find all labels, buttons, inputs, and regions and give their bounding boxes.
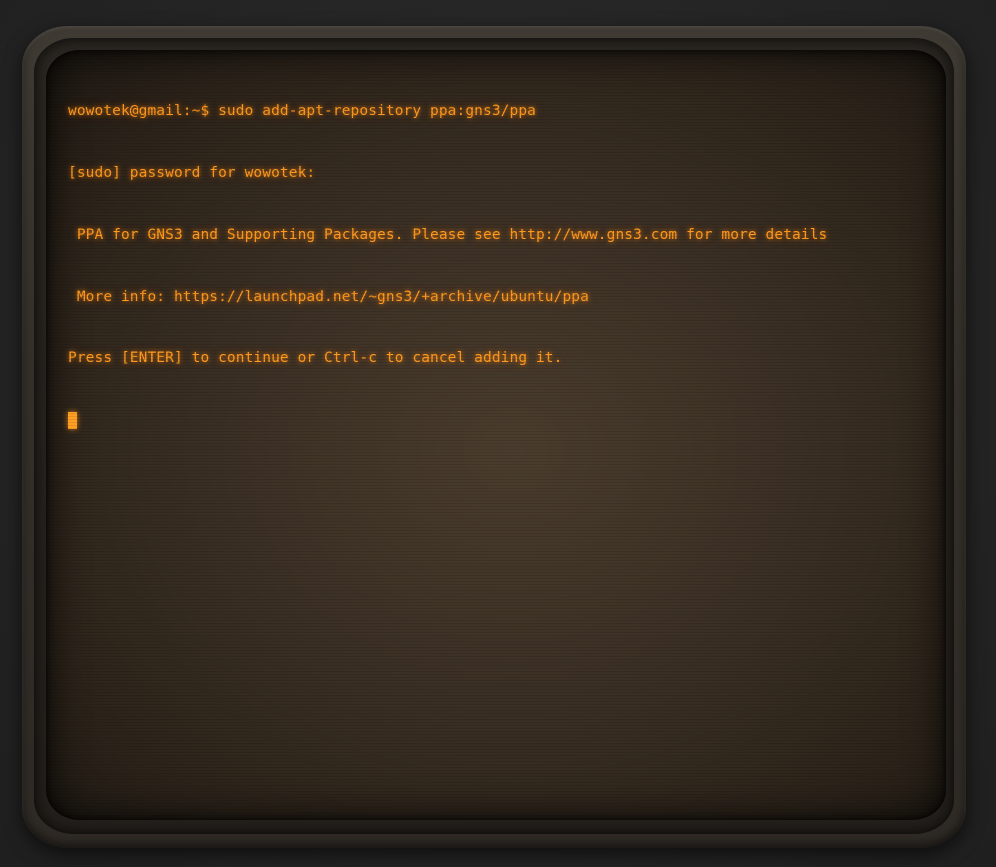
terminal-line-more-info: More info: https://launchpad.net/~gns3/+… — [68, 288, 589, 305]
terminal-line-sudo-prompt: [sudo] password for wowotek: — [68, 164, 316, 181]
terminal-input-line[interactable] — [68, 410, 928, 431]
terminal-line-ppa-description: PPA for GNS3 and Supporting Packages. Pl… — [68, 226, 828, 243]
terminal-screen[interactable]: wowotek@gmail:~$ sudo add-apt-repository… — [46, 50, 946, 820]
terminal-line-command: wowotek@gmail:~$ sudo add-apt-repository… — [68, 103, 536, 120]
text-cursor — [68, 412, 77, 430]
terminal-line-press-enter: Press [ENTER] to continue or Ctrl-c to c… — [68, 350, 563, 367]
terminal-output[interactable]: wowotek@gmail:~$ sudo add-apt-repository… — [68, 60, 928, 472]
